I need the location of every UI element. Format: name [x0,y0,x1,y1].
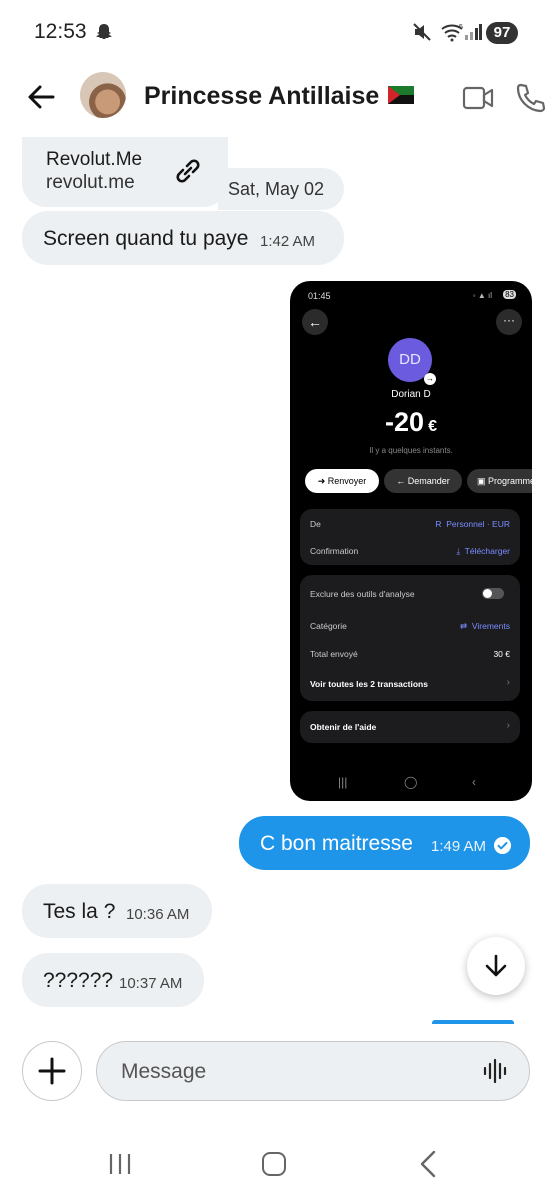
shot-help-chevron-icon: › [506,720,510,731]
message-text: Screen quand tu paye [43,227,249,250]
mute-icon [413,23,431,41]
shot-chevron-icon: › [506,677,510,688]
shot-status-time: 01:45 [308,291,331,301]
shot-total-value: 30 € [493,649,510,659]
shot-more-icon: ··· [496,309,522,335]
shot-details-card: De R Personnel · EUR Confirmation ⤓ Téléch… [300,509,520,565]
message-text: C bon maitresse [260,832,413,855]
shot-row-category: Catégorie ⇄ Virements [310,621,510,631]
shot-category-value: ⇄ Virements [460,621,510,631]
message-text: Tes la ? [43,900,116,923]
arrow-down-icon [485,954,507,977]
shot-amount-value: -20 [385,407,425,437]
link-url: revolut.me [46,172,135,193]
video-call-icon[interactable] [462,84,494,112]
incoming-message[interactable]: ?????? 10:37 AM [22,953,204,1007]
martinique-flag-icon [388,86,415,105]
shot-battery: 83 [503,290,516,299]
shot-confirmation-value: ⤓ Télécharger [456,546,510,556]
chat-header: Princesse Antillaise [0,64,554,132]
shot-nav-back-icon: ‹ [472,775,476,789]
voice-message-icon[interactable] [483,1058,507,1084]
shot-see-all-label: Voir toutes les 2 transactions [310,679,428,689]
message-time: 10:37 AM [119,975,183,992]
wifi-icon: 5 [441,24,463,42]
message-time: 10:36 AM [126,906,190,923]
snapchat-icon [96,24,112,39]
battery-indicator: 97 [486,22,518,44]
shot-row-see-all: Voir toutes les 2 transactions [310,679,510,689]
shot-schedule-button: ▣ Programmer [467,469,532,493]
status-bar: 12:53 5 97 [0,0,554,64]
signal-icon [465,24,482,40]
incoming-message[interactable]: Screen quand tu paye 1:42 AM [22,211,344,265]
system-nav-bar [0,1130,554,1200]
shot-resend-label: Renvoyer [327,476,367,486]
shot-currency: € [428,418,437,435]
link-title: Revolut.Me [46,149,143,170]
shot-row-help: Obtenir de l'aide [310,722,510,732]
shot-schedule-label: Programmer [488,476,532,486]
shot-help-card: Obtenir de l'aide › [300,711,520,743]
shot-row-total: Total envoyé 30 € [310,649,510,659]
contact-name-text: Princesse Antillaise [144,82,380,110]
message-input[interactable] [119,1056,463,1088]
read-check-icon [494,837,511,854]
shot-recipient-name: Dorian D [391,389,431,400]
shot-from-label: De [310,519,321,529]
shot-back-icon: ← [302,309,328,335]
shot-nav-home-icon: ◯ [404,775,418,789]
shot-amount: -20 € [290,407,532,438]
shot-resend-button: ➜ Renvoyer [305,469,379,493]
message-text: ?????? [43,969,114,992]
shot-help-label: Obtenir de l'aide [310,722,377,732]
payment-screenshot-image[interactable]: 01:45 ◦ ▲ ıl 83 ← ··· DD → Dorian D -20 €… [290,281,532,801]
shot-row-from: De R Personnel · EUR [310,519,510,529]
message-input-container[interactable] [96,1041,530,1101]
incoming-message[interactable]: Tes la ? 10:36 AM [22,884,212,938]
phone-call-icon[interactable] [514,82,546,114]
shot-nav-recent-icon: ||| [338,775,348,789]
shot-row-confirmation: Confirmation ⤓ Télécharger [310,546,510,556]
shot-info-card: Exclure des outils d'analyse Catégorie ⇄ … [300,575,520,701]
status-time: 12:53 [34,20,87,43]
shot-request-label: Demander [407,476,450,486]
date-separator: Sat, May 02 [218,168,344,210]
svg-text:5: 5 [459,24,463,31]
home-icon[interactable] [262,1152,286,1176]
shot-category-label: Catégorie [310,621,347,631]
link-icon [176,159,200,183]
add-attachment-button[interactable] [22,1041,82,1101]
shot-subtitle: Il y a quelques instants. [369,446,453,455]
shot-exclude-toggle [482,588,504,599]
shot-total-label: Total envoyé [310,649,358,659]
shot-exclude-label: Exclure des outils d'analyse [310,589,415,599]
back-arrow-icon[interactable] [26,82,56,112]
shot-signal-icon: ◦ ▲ ıl [472,291,492,300]
plus-icon [38,1057,66,1085]
scroll-to-bottom-button[interactable] [467,937,525,995]
contact-avatar[interactable] [80,72,126,118]
shot-arrow-badge-icon: → [424,373,436,385]
date-separator-text: Sat, May 02 [228,179,325,199]
shot-request-button: ← Demander [384,469,462,493]
message-time: 1:49 AM [431,838,487,855]
nav-back-icon[interactable] [418,1150,438,1178]
link-preview-card[interactable]: Revolut.Me revolut.me [22,137,228,207]
recent-apps-icon[interactable] [108,1152,132,1176]
shot-row-exclude: Exclure des outils d'analyse [310,589,510,599]
contact-name[interactable]: Princesse Antillaise [144,82,415,111]
shot-confirmation-label: Confirmation [310,546,359,556]
message-time: 1:42 AM [260,233,316,250]
outgoing-message[interactable]: C bon maitresse 1:49 AM [239,816,530,870]
partial-outgoing-message [432,1020,514,1024]
shot-from-value: R Personnel · EUR [435,519,510,529]
